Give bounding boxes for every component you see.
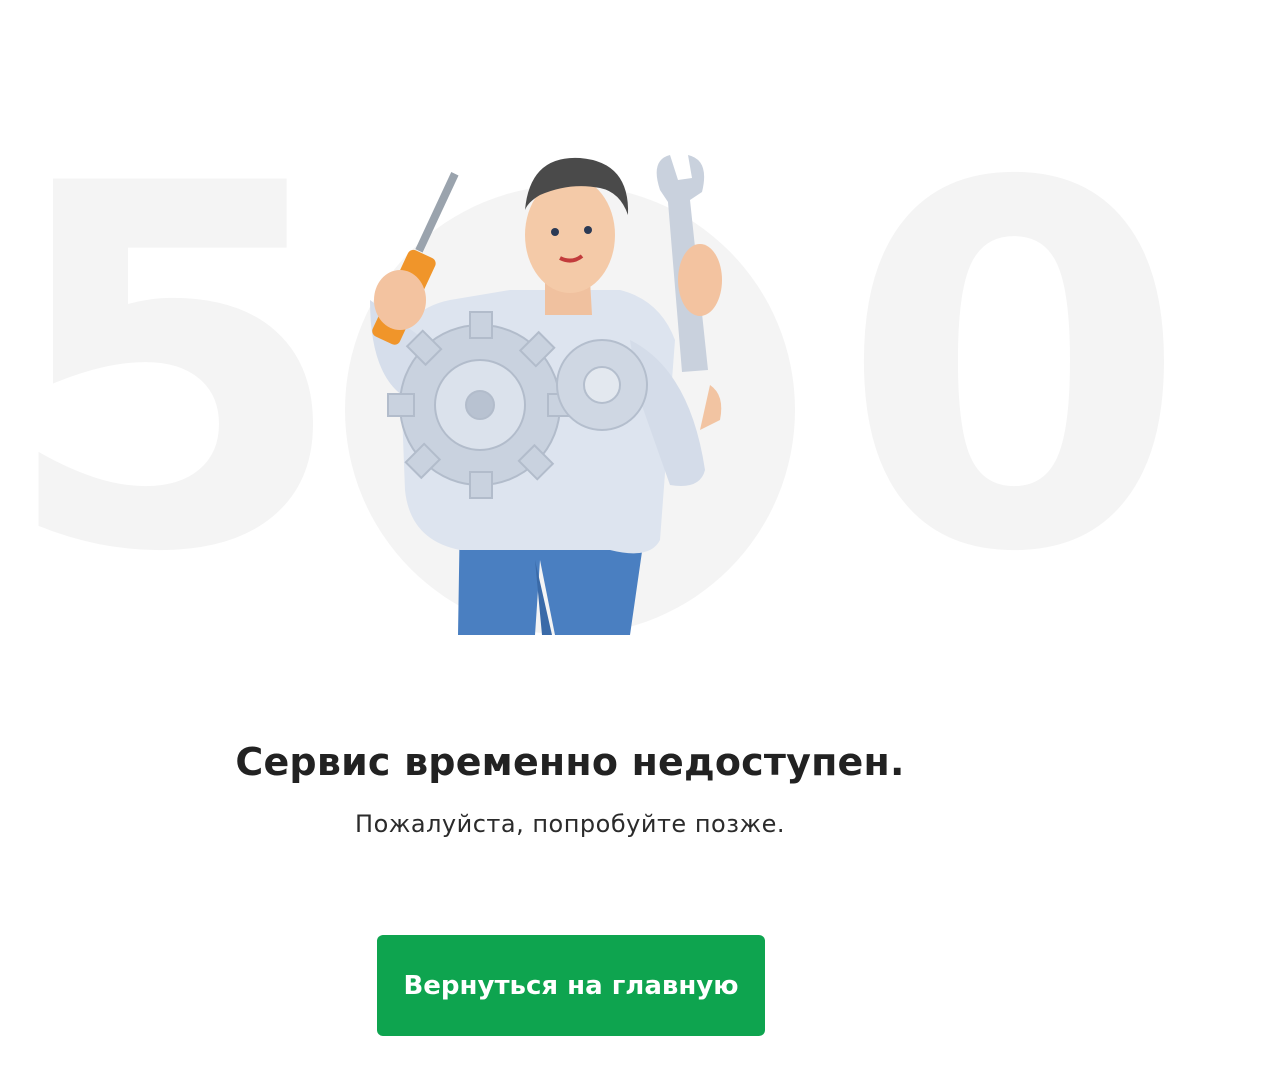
page-subtitle: Пожалуйста, попробуйте позже. [355,810,785,838]
page-title: Сервис временно недоступен. [235,740,905,784]
back-to-home-button[interactable]: Вернуться на главную [377,935,765,1036]
repairman-with-gears-icon [330,140,810,650]
background-digit-five: 5 [0,79,348,661]
error-page: 5 0 Сервис временно недоступен. Пожалуйс… [0,0,1280,1092]
background-digit-zero: 0 [840,79,1188,661]
